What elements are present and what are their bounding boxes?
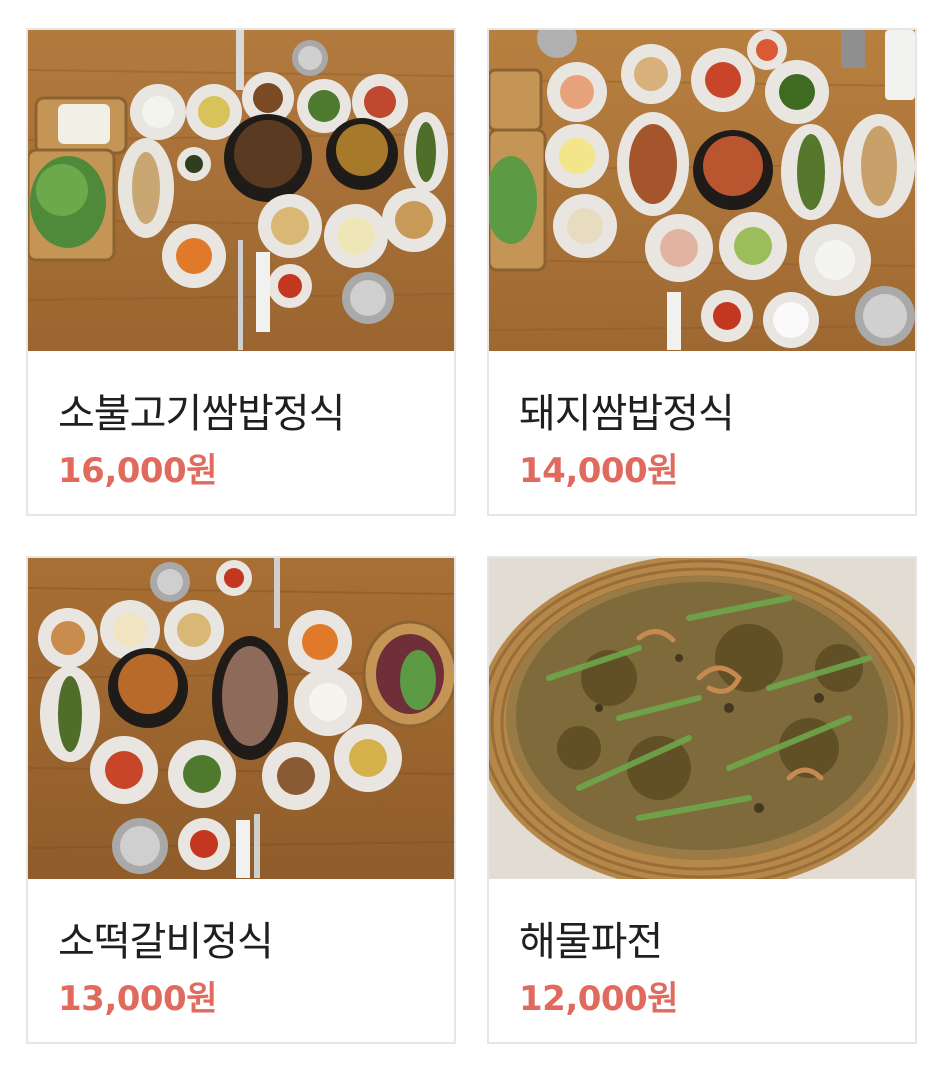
menu-item-name: 소불고기쌈밥정식 [58, 391, 345, 437]
menu-item-name: 소떡갈비정식 [58, 919, 274, 965]
menu-card-pork-ssambap[interactable]: 돼지쌈밥정식 14,000원 [487, 28, 917, 516]
menu-card-info: 소떡갈비정식 13,000원 [28, 879, 454, 1042]
menu-card-info: 소불고기쌈밥정식 16,000원 [28, 351, 454, 514]
menu-item-price: 14,000원 [519, 451, 678, 491]
menu-item-price: 12,000원 [519, 979, 678, 1019]
menu-item-price: 13,000원 [58, 979, 217, 1019]
menu-grid: 소불고기쌈밥정식 16,000원 돼지쌈밥정식 14,000원 소떡갈비정식 1… [0, 0, 936, 1065]
bulgogi-ssambap-set-photo [28, 30, 454, 351]
menu-item-name: 해물파전 [519, 919, 663, 965]
tteokgalbi-set-photo [28, 558, 454, 879]
menu-card-seafood-pancake[interactable]: 해물파전 12,000원 [487, 556, 917, 1044]
seafood-pancake-photo [489, 558, 915, 879]
menu-item-name: 돼지쌈밥정식 [519, 391, 735, 437]
menu-card-bulgogi-ssambap[interactable]: 소불고기쌈밥정식 16,000원 [26, 28, 456, 516]
menu-card-info: 해물파전 12,000원 [489, 879, 915, 1042]
menu-card-info: 돼지쌈밥정식 14,000원 [489, 351, 915, 514]
menu-item-price: 16,000원 [58, 451, 217, 491]
pork-ssambap-set-photo [489, 30, 915, 351]
menu-card-tteokgalbi[interactable]: 소떡갈비정식 13,000원 [26, 556, 456, 1044]
